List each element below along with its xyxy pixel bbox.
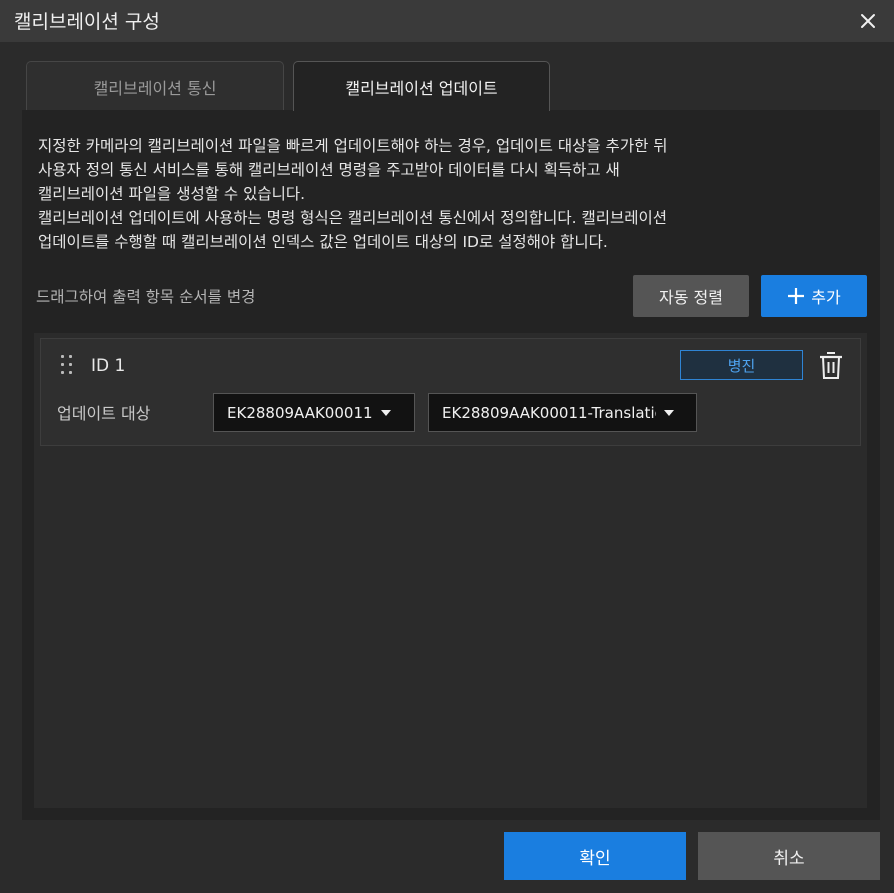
description-line: 사용자 정의 통신 서비스를 통해 캘리브레이션 명령을 주고받아 데이터를 다… (38, 161, 620, 179)
cancel-label: 취소 (773, 848, 805, 869)
drag-handle-icon[interactable] (61, 355, 75, 379)
calibration-select-value: EK28809AAK00011-Translation (442, 403, 656, 422)
window-title: 캘리브레이션 구성 (14, 11, 160, 33)
delete-button[interactable] (818, 351, 844, 381)
ok-button[interactable]: 확인 (504, 832, 686, 880)
cancel-button[interactable]: 취소 (698, 832, 880, 880)
calibration-select[interactable]: EK28809AAK00011-Translation (428, 393, 697, 432)
add-button[interactable]: 추가 (761, 275, 867, 317)
chevron-down-icon (380, 409, 391, 416)
plus-icon (788, 288, 805, 304)
camera-select[interactable]: EK28809AAK00011 (213, 393, 415, 432)
close-icon (861, 14, 875, 28)
update-target-label: 업데이트 대상 (57, 404, 151, 423)
auto-sort-label: 자동 정렬 (659, 288, 723, 307)
title-bar: 캘리브레이션 구성 (0, 0, 894, 42)
merge-button[interactable]: 병진 (680, 350, 803, 380)
item-id-label: ID 1 (91, 356, 126, 376)
camera-select-value: EK28809AAK00011 (227, 403, 373, 422)
ok-label: 확인 (579, 848, 611, 869)
merge-label: 병진 (727, 356, 756, 375)
tab-calibration-update[interactable]: 캘리브레이션 업데이트 (293, 61, 550, 111)
description-line: 지정한 카메라의 캘리브레이션 파일을 빠르게 업데이트해야 하는 경우, 업데… (38, 137, 668, 155)
drag-hint: 드래그하여 출력 항목 순서를 변경 (36, 288, 256, 306)
close-button[interactable] (852, 5, 884, 37)
auto-sort-button[interactable]: 자동 정렬 (633, 275, 749, 317)
tab-calibration-communication[interactable]: 캘리브레이션 통신 (26, 61, 284, 111)
tab-label: 캘리브레이션 업데이트 (345, 78, 498, 98)
description-line: 캘리브레이션 파일을 생성할 수 있습니다. (38, 185, 306, 203)
description-line: 캘리브레이션 업데이트에 사용하는 명령 형식은 캘리브레이션 통신에서 정의합… (38, 209, 668, 227)
tab-label: 캘리브레이션 통신 (93, 78, 217, 98)
add-label: 추가 (811, 288, 841, 307)
description-line: 업데이트를 수행할 때 캘리브레이션 인덱스 값은 업데이트 대상의 ID로 설… (38, 233, 608, 251)
trash-icon (820, 352, 842, 379)
chevron-down-icon (664, 409, 674, 416)
description-text: 지정한 카메라의 캘리브레이션 파일을 빠르게 업데이트해야 하는 경우, 업데… (38, 134, 868, 254)
